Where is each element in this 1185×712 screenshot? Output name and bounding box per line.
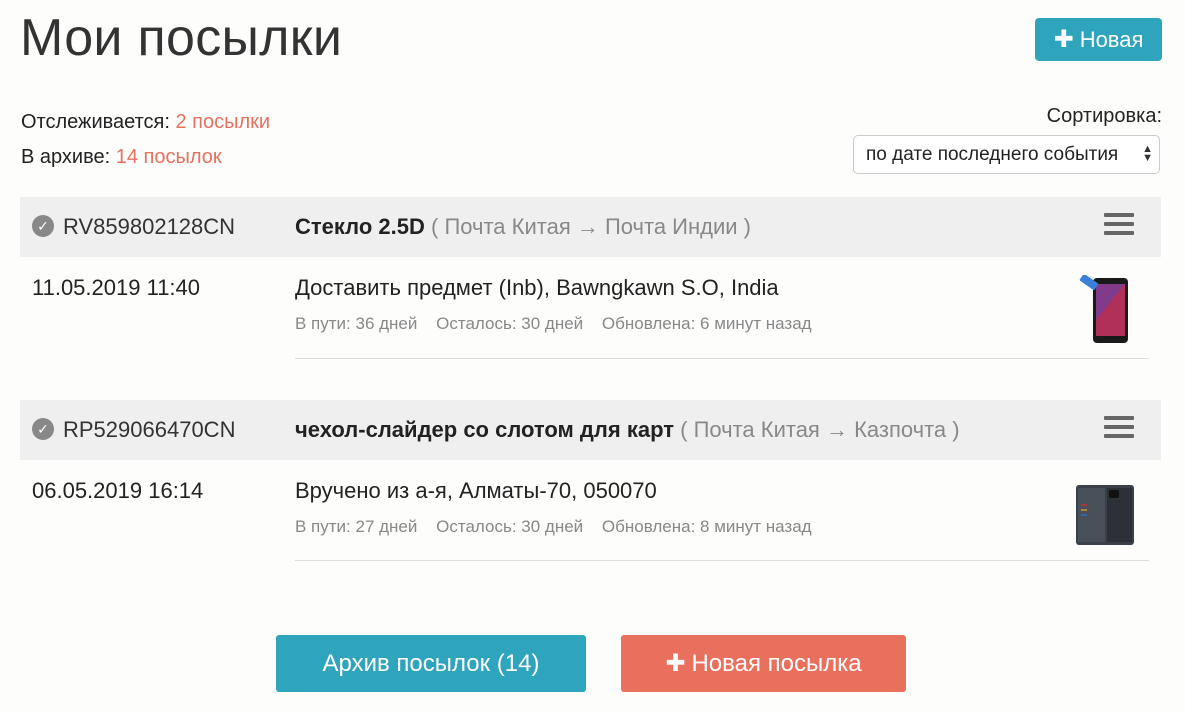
- parcel-title: чехол-слайдер со слотом для карт ( Почта…: [295, 417, 960, 443]
- new-parcel-label: Новая посылка: [691, 649, 862, 677]
- tracking-number: RP529066470CN: [63, 417, 236, 442]
- page-title: Мои посылки: [20, 9, 343, 67]
- tracking-number: RV859802128CN: [63, 214, 236, 239]
- remaining-days: Осталось: 30 дней: [436, 517, 584, 536]
- plus-icon: ✚: [1053, 25, 1074, 53]
- event-description: Вручено из а-я, Алматы-70, 050070: [295, 478, 657, 503]
- check-circle-icon: ✓: [32, 215, 54, 237]
- new-parcel-button[interactable]: ✚ Новая посылка: [621, 635, 906, 692]
- updated-time: Обновлена: 8 минут назад: [601, 517, 812, 536]
- parcel-meta: В пути: 36 дней Осталось: 30 дней Обновл…: [295, 314, 826, 334]
- sort-select[interactable]: по дате последнего события ▲ ▼: [853, 135, 1160, 174]
- sort-label: Сортировка:: [1046, 105, 1162, 127]
- check-circle-icon: ✓: [32, 418, 54, 440]
- updated-time: Обновлена: 6 минут назад: [601, 314, 812, 333]
- in-transit-days: В пути: 36 дней: [295, 314, 418, 333]
- product-thumbnail-glass-icon: [1079, 275, 1128, 343]
- archive-button[interactable]: Архив посылок (14): [276, 635, 586, 692]
- parcel-card: ✓ RV859802128CN Стекло 2.5D ( Почта Кита…: [20, 197, 1161, 359]
- select-arrows-icon: ▲ ▼: [1142, 143, 1153, 164]
- divider: [295, 560, 1149, 561]
- parcel-card: ✓ RP529066470CN чехол-слайдер со слотом …: [20, 400, 1161, 562]
- parcel-title: Стекло 2.5D ( Почта Китая → Почта Индии …: [295, 214, 751, 240]
- remaining-days: Осталось: 30 дней: [436, 314, 584, 333]
- event-description: Доставить предмет (Inb), Bawngkawn S.O, …: [295, 275, 779, 300]
- parcel-header[interactable]: ✓ RV859802128CN Стекло 2.5D ( Почта Кита…: [20, 197, 1161, 257]
- hamburger-menu-icon[interactable]: [1104, 213, 1134, 237]
- hamburger-menu-icon[interactable]: [1104, 416, 1134, 440]
- parcel-route: ( Почта Китая → Казпочта ): [680, 417, 960, 442]
- archive-label: В архиве:: [21, 146, 111, 168]
- parcel-counts: Отслеживается: 2 посылки В архиве: 14 по…: [21, 105, 270, 175]
- new-parcel-top-button[interactable]: ✚ Новая: [1035, 18, 1162, 61]
- in-transit-days: В пути: 27 дней: [295, 517, 418, 536]
- product-thumbnail-case-icon: [1076, 485, 1134, 545]
- event-date: 11.05.2019 11:40: [32, 275, 201, 300]
- divider: [295, 358, 1149, 359]
- parcel-meta: В пути: 27 дней Осталось: 30 дней Обновл…: [295, 517, 826, 537]
- sort-selected-value: по дате последнего события: [866, 143, 1119, 165]
- tracking-label: Отслеживается:: [21, 111, 170, 133]
- tracking-count-link[interactable]: 2 посылки: [175, 111, 270, 133]
- parcel-route: ( Почта Китая → Почта Индии ): [431, 214, 751, 239]
- parcel-name: Стекло 2.5D: [295, 214, 425, 239]
- archive-count-link[interactable]: 14 посылок: [116, 146, 222, 168]
- parcel-name: чехол-слайдер со слотом для карт: [295, 417, 674, 442]
- new-parcel-top-label: Новая: [1079, 26, 1144, 52]
- event-date: 06.05.2019 16:14: [32, 478, 204, 503]
- parcel-header[interactable]: ✓ RP529066470CN чехол-слайдер со слотом …: [20, 400, 1161, 460]
- plus-icon: ✚: [665, 649, 686, 677]
